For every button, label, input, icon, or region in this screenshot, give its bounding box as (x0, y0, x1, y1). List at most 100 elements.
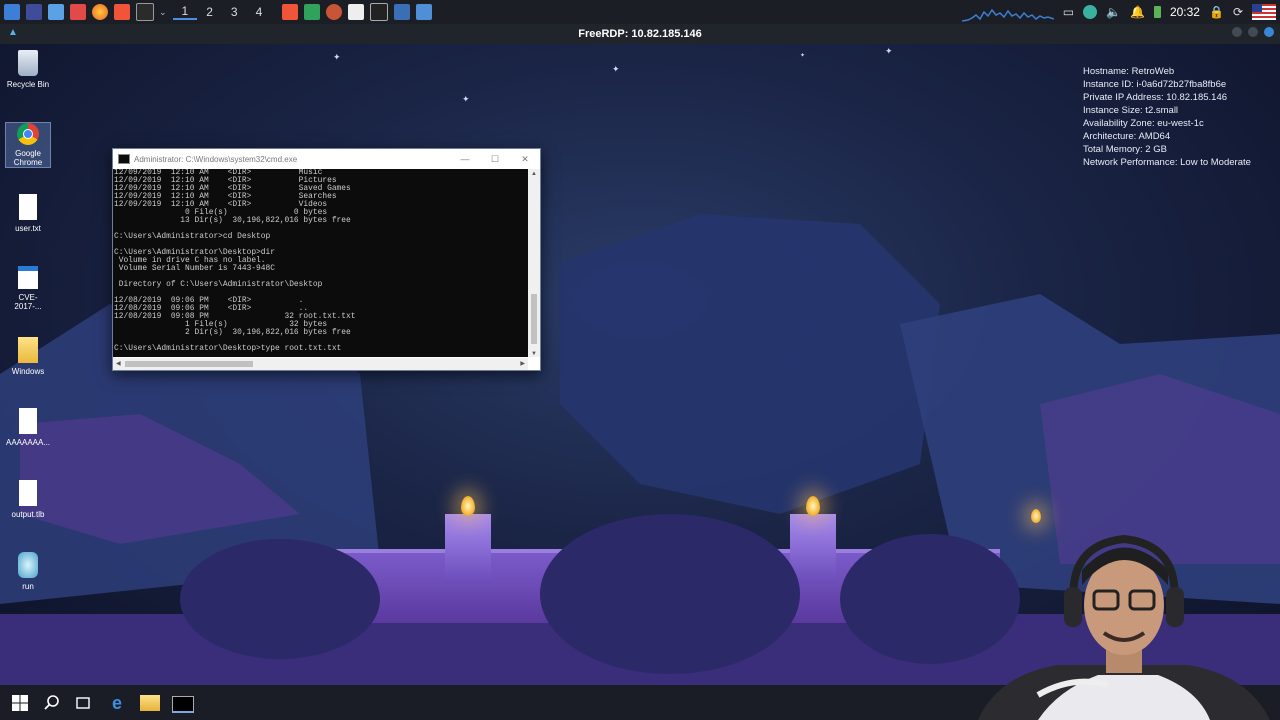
volume-icon[interactable]: 🔈 (1106, 5, 1121, 19)
cmd-minimize-button[interactable]: — (450, 149, 480, 169)
torch-flame (1031, 509, 1041, 523)
edge-icon[interactable]: e (107, 693, 127, 713)
workspace-1[interactable]: 1 (172, 4, 198, 20)
workspace-3[interactable]: 3 (222, 5, 247, 19)
bush (180, 539, 380, 659)
panel-dropdown-icon[interactable]: ⌄ (159, 7, 167, 18)
bell-icon[interactable]: 🔔 (1130, 5, 1145, 19)
cmd-horizontal-scroll-thumb[interactable] (125, 361, 253, 367)
green-app-icon[interactable] (304, 4, 321, 20)
bush (540, 514, 800, 674)
pillar (445, 514, 491, 584)
task-view-icon[interactable] (73, 693, 93, 713)
cmd-vertical-scrollbar[interactable]: ▲ ▼ (528, 169, 540, 357)
torch-flame (806, 496, 820, 516)
file-explorer-icon[interactable] (140, 695, 160, 711)
system-tray: ▭ 🔈 🔔 20:32 🔒 ⟳ (1063, 0, 1280, 24)
system-info-overlay: Hostname: RetroWeb Instance ID: i-0a6d72… (1083, 65, 1251, 169)
cmd-window-controls: — ☐ ✕ (450, 149, 540, 169)
desktop-icon-label: Windows (11, 367, 45, 376)
cmd-close-button[interactable]: ✕ (510, 149, 540, 169)
screen-icon[interactable]: ▭ (1063, 5, 1074, 19)
lock-icon[interactable]: 🔒 (1209, 5, 1224, 19)
cmd-console[interactable]: 12/09/2019 12:10 AM <DIR> Music 12/09/20… (113, 169, 528, 357)
workspace-2[interactable]: 2 (197, 5, 222, 19)
cmd-title: Administrator: C:\Windows\system32\cmd.e… (134, 154, 298, 164)
desktop-icon-run[interactable]: run (6, 552, 50, 591)
desktop-icon-label: user.txt (15, 224, 41, 233)
scroll-right-icon[interactable]: ▶ (520, 358, 525, 370)
torch-flame (461, 496, 475, 516)
rdp-pin-icon[interactable]: ▲ (8, 27, 18, 38)
cmd-output: 12/09/2019 12:10 AM <DIR> Music 12/09/20… (114, 169, 356, 353)
scroll-left-icon[interactable]: ◀ (116, 358, 121, 370)
files-icon[interactable] (48, 4, 64, 20)
cmd-maximize-button[interactable]: ☐ (480, 149, 510, 169)
sysinfo-instance-id: Instance ID: i-0a6d72b27fba8fb6e (1083, 79, 1227, 90)
workspace-4[interactable]: 4 (247, 5, 272, 19)
desktop-icon-label: Recycle Bin (6, 80, 50, 89)
rdp-maximize-button[interactable] (1248, 27, 1258, 37)
tent-app-icon[interactable] (416, 4, 433, 20)
app-icon[interactable] (1083, 5, 1098, 19)
desktop-icon-user-txt[interactable]: user.txt (6, 194, 50, 233)
sysinfo-total-memory: Total Memory: 2 GB (1083, 144, 1167, 155)
app-window-icon (18, 266, 38, 289)
rdp-minimize-button[interactable] (1232, 27, 1242, 37)
brave-app-icon[interactable] (282, 4, 299, 20)
desktop-icon-cve[interactable]: CVE-2017-... (6, 266, 50, 311)
recycle-bin-icon (18, 50, 38, 76)
cmd-title-bar[interactable]: Administrator: C:\Windows\system32\cmd.e… (113, 149, 540, 169)
sysinfo-private-ip: Private IP Address: 10.82.185.146 (1083, 92, 1228, 103)
start-menu-icon[interactable] (4, 4, 20, 20)
firefox-icon[interactable] (92, 4, 108, 20)
rdp-title: FreeRDP: 10.82.185.146 (578, 28, 702, 40)
webcam-overlay (978, 534, 1270, 720)
network-graph (962, 8, 1054, 22)
blank-file-icon (19, 480, 37, 506)
cmd-vertical-scroll-thumb[interactable] (531, 294, 537, 344)
chrome-icon (17, 123, 39, 145)
desktop-icon-label: run (22, 582, 34, 591)
shell-icon[interactable] (136, 3, 154, 21)
desktop-icon-windows-folder[interactable]: Windows (6, 337, 50, 376)
terminal-icon[interactable] (26, 4, 42, 20)
scroll-down-icon[interactable]: ▼ (528, 351, 540, 357)
desktop-icon-google-chrome[interactable]: Google Chrome (5, 122, 51, 168)
document-app-icon[interactable] (348, 4, 365, 20)
sysinfo-network-performance: Network Performance: Low to Moderate (1083, 157, 1251, 168)
sysinfo-hostname: Hostname: RetroWeb (1083, 66, 1175, 77)
desktop-icon-recycle-bin[interactable]: Recycle Bin (6, 50, 50, 89)
rdp-title-bar: FreeRDP: 10.82.185.146 (0, 24, 1280, 44)
scroll-up-icon[interactable]: ▲ (528, 171, 540, 177)
search-icon[interactable] (42, 693, 62, 713)
folder-icon (18, 337, 38, 363)
brave-icon[interactable] (114, 4, 130, 20)
firefox-app-icon[interactable] (326, 4, 343, 20)
pdf-icon[interactable] (70, 4, 86, 20)
rdp-close-button[interactable] (1264, 27, 1274, 37)
top-panel: ⌄ 1 2 3 4 ▭ 🔈 🔔 20:32 🔒 ⟳ (0, 0, 1280, 24)
text-file-icon (19, 194, 37, 220)
sysinfo-instance-size: Instance Size: t2.small (1083, 105, 1179, 116)
cmd-horizontal-scrollbar[interactable]: ◀ ▶ (113, 358, 528, 370)
desktop-icon-label: output.tlb (11, 510, 45, 519)
desktop-icon-aaaaaaa[interactable]: AAAAAAA... (6, 408, 50, 447)
desktop-icon-label: AAAAAAA... (6, 438, 51, 447)
windows-start-icon[interactable] (10, 693, 30, 713)
clock[interactable]: 20:32 (1170, 5, 1200, 19)
cmd-window[interactable]: Administrator: C:\Windows\system32\cmd.e… (112, 148, 541, 371)
battery-icon[interactable] (1153, 6, 1161, 18)
sysinfo-architecture: Architecture: AMD64 (1083, 131, 1171, 142)
desktop-icon-output-tlb[interactable]: output.tlb (6, 480, 50, 519)
run-icon (18, 552, 38, 578)
us-flag-icon[interactable] (1252, 4, 1276, 20)
blank-file-icon (19, 408, 37, 434)
terminal-app-icon[interactable] (370, 3, 389, 21)
cmd-taskbar-icon[interactable] (172, 696, 194, 713)
desktop-icon-label: Google Chrome (13, 149, 43, 167)
refresh-icon[interactable]: ⟳ (1233, 5, 1243, 19)
rdp-app-icon[interactable] (394, 4, 411, 20)
pillar (790, 514, 836, 584)
desktop-icon-label: CVE-2017-... (14, 293, 42, 311)
